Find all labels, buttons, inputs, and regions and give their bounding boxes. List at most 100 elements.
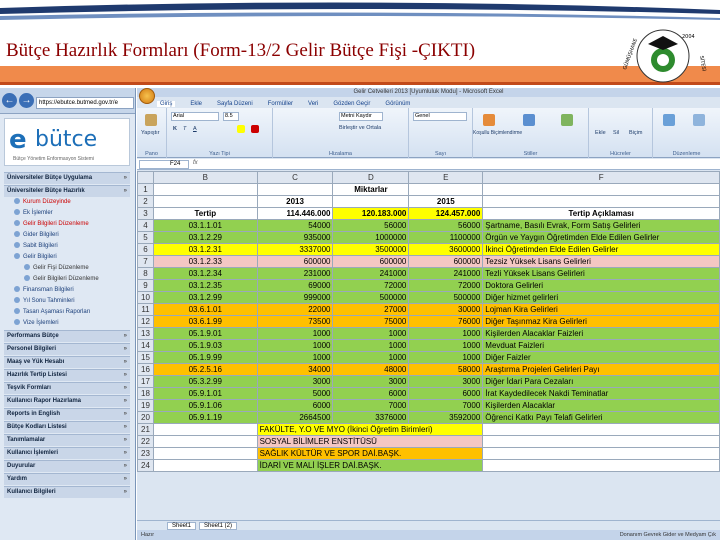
ribbon-tab[interactable]: Veri: [308, 101, 318, 107]
format-button[interactable]: Biçim: [629, 130, 642, 136]
tertip-cell[interactable]: 05.1.9.03: [152, 339, 258, 352]
sidebar-section[interactable]: Yardım »: [4, 473, 130, 485]
sidebar-section[interactable]: Kullanıcı İşlemleri »: [4, 447, 130, 459]
sidebar-item[interactable]: Vize İşlemleri: [14, 319, 59, 328]
amount-cell[interactable]: 3376000: [332, 411, 410, 424]
description-cell[interactable]: İkinci Öğretimden Elde Edilen Gelirler: [482, 243, 720, 256]
sidebar-item[interactable]: Sabit Bilgileri: [14, 242, 58, 251]
description-cell[interactable]: Örgün ve Yaygın Öğretimden Elde Edilen G…: [482, 231, 720, 244]
sidebar-section[interactable]: Üniversiteler Bütçe Hazırlık »: [4, 185, 130, 197]
insert-button[interactable]: Ekle: [595, 130, 606, 136]
amount-cell[interactable]: 600000: [256, 255, 334, 268]
description-cell[interactable]: İrat Kaydedilecek Nakdi Teminatlar: [482, 387, 720, 400]
cell[interactable]: [256, 183, 334, 196]
description-cell[interactable]: Araştırma Projeleri Gelirleri Payı: [482, 363, 720, 376]
description-cell[interactable]: Tezsiz Yüksek Lisans Gelirleri: [482, 255, 720, 268]
amount-cell[interactable]: 1000: [408, 351, 484, 364]
amount-cell[interactable]: 1000: [408, 327, 484, 340]
description-cell[interactable]: Kişilerden Alacaklar: [482, 399, 720, 412]
sidebar-item[interactable]: Ek İşlemler: [14, 209, 53, 218]
header-cell[interactable]: 2013: [256, 195, 334, 208]
sidebar-item[interactable]: Yıl Sonu Tahminleri: [14, 297, 75, 306]
ribbon-tab[interactable]: Sayfa Düzeni: [217, 101, 253, 107]
ribbon-tab[interactable]: Gözden Geçir: [333, 101, 370, 107]
amount-cell[interactable]: 56000: [332, 219, 410, 232]
cell[interactable]: [482, 459, 720, 472]
sidebar-section[interactable]: Teşvik Formları »: [4, 382, 130, 394]
amount-cell[interactable]: 75000: [332, 315, 410, 328]
sidebar-section[interactable]: Duyurular »: [4, 460, 130, 472]
ribbon-tab[interactable]: Formüller: [268, 101, 293, 107]
tertip-cell[interactable]: 05.3.2.99: [152, 375, 258, 388]
legend-cell[interactable]: FAKÜLTE, Y.O VE MYO (İkinci Öğretim Biri…: [256, 423, 484, 436]
amount-cell[interactable]: 2664500: [256, 411, 334, 424]
tertip-cell[interactable]: 03.1.2.31: [152, 243, 258, 256]
tertip-cell[interactable]: 05.9.1.01: [152, 387, 258, 400]
tertip-cell[interactable]: 05.1.9.01: [152, 327, 258, 340]
row-number[interactable]: 9: [137, 279, 154, 292]
row-number[interactable]: 4: [137, 219, 154, 232]
amount-cell[interactable]: 5000: [256, 387, 334, 400]
sidebar-section[interactable]: Maaş ve Yük Hesabı »: [4, 356, 130, 368]
row-number[interactable]: 21: [137, 423, 154, 436]
sidebar-item[interactable]: Gelir Bilgileri Düzenleme: [14, 220, 89, 229]
amount-cell[interactable]: 3000: [408, 375, 484, 388]
cell[interactable]: [152, 423, 258, 436]
amount-cell[interactable]: 1000: [332, 351, 410, 364]
cell[interactable]: [152, 459, 258, 472]
sidebar-section[interactable]: Reports in English »: [4, 408, 130, 420]
cell[interactable]: [332, 195, 410, 208]
row-number[interactable]: 10: [137, 291, 154, 304]
amount-cell[interactable]: 48000: [332, 363, 410, 376]
column-header[interactable]: C: [256, 171, 334, 184]
sidebar-section[interactable]: Personel Bilgileri »: [4, 343, 130, 355]
merge-center-button[interactable]: Birleştir ve Ortala: [339, 125, 381, 131]
amount-cell[interactable]: 241000: [408, 267, 484, 280]
description-cell[interactable]: Diğer İdari Para Cezaları: [482, 375, 720, 388]
amount-cell[interactable]: 1000: [256, 339, 334, 352]
fill-color-icon[interactable]: [237, 125, 245, 133]
tertip-cell[interactable]: 05.1.9.99: [152, 351, 258, 364]
sidebar-section[interactable]: Hazırlık Tertip Listesi »: [4, 369, 130, 381]
amount-cell[interactable]: 22000: [256, 303, 334, 316]
sidebar-item[interactable]: Gelir Bilgileri: [14, 253, 57, 262]
back-button[interactable]: ←: [2, 93, 17, 108]
row-number[interactable]: 11: [137, 303, 154, 316]
sidebar-section[interactable]: Kullanıcı Bilgileri »: [4, 486, 130, 498]
column-header[interactable]: E: [408, 171, 484, 184]
amount-cell[interactable]: 6000: [256, 399, 334, 412]
ribbon-tab[interactable]: Görünüm: [385, 101, 410, 107]
amount-cell[interactable]: 500000: [408, 291, 484, 304]
amount-cell[interactable]: 6000: [408, 387, 484, 400]
tertip-cell[interactable]: 05.2.5.16: [152, 363, 258, 376]
forward-button[interactable]: →: [19, 93, 34, 108]
amount-cell[interactable]: 1000: [332, 339, 410, 352]
amount-cell[interactable]: 7000: [408, 399, 484, 412]
ribbon-tab[interactable]: Ekle: [190, 101, 202, 107]
italic-button[interactable]: T: [183, 126, 186, 132]
paste-icon[interactable]: [145, 114, 157, 126]
tertip-cell[interactable]: 03.6.1.01: [152, 303, 258, 316]
tertip-cell[interactable]: 03.1.2.33: [152, 255, 258, 268]
description-cell[interactable]: Öğrenci Katkı Payı Telafi Gelirleri: [482, 411, 720, 424]
sidebar-item[interactable]: Gelir Bilgileri Düzenleme: [24, 275, 99, 284]
amount-cell[interactable]: 3337000: [256, 243, 334, 256]
row-number[interactable]: 12: [137, 315, 154, 328]
total-cell[interactable]: 120.183.000: [332, 207, 410, 220]
amount-cell[interactable]: 7000: [332, 399, 410, 412]
amount-cell[interactable]: 231000: [256, 267, 334, 280]
find-select-icon[interactable]: [693, 114, 705, 126]
row-number[interactable]: 13: [137, 327, 154, 340]
name-box[interactable]: F24: [139, 160, 189, 169]
sidebar-item[interactable]: Gider Bilgileri: [14, 231, 59, 240]
row-number[interactable]: 16: [137, 363, 154, 376]
header-cell[interactable]: 2015: [408, 195, 484, 208]
description-cell[interactable]: Doktora Gelirleri: [482, 279, 720, 292]
amount-cell[interactable]: 935000: [256, 231, 334, 244]
description-cell[interactable]: Diğer Faizler: [482, 351, 720, 364]
amount-cell[interactable]: 600000: [408, 255, 484, 268]
sidebar-section[interactable]: Üniversiteler Bütçe Uygulama »: [4, 172, 130, 184]
amount-cell[interactable]: 6000: [332, 387, 410, 400]
header-cell[interactable]: Tertip Açıklaması: [482, 207, 720, 220]
sheet-tab[interactable]: Sheet1: [167, 522, 197, 530]
